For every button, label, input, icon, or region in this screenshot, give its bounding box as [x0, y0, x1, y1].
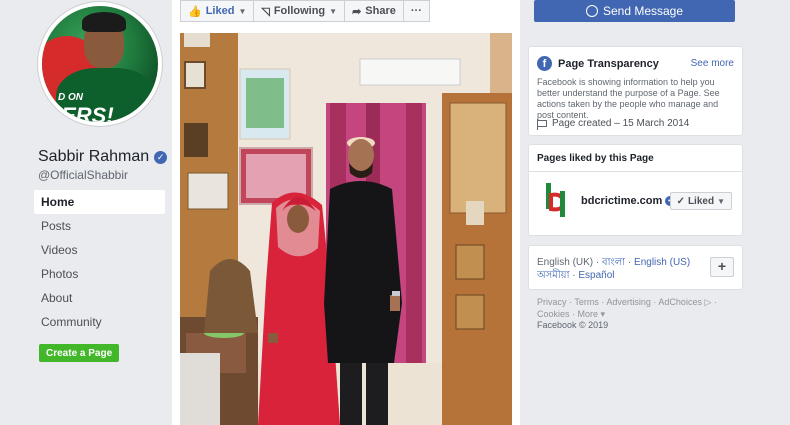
profile-photo-image: D ON GERS!: [42, 6, 158, 122]
advertising-link[interactable]: Advertising: [606, 297, 651, 307]
liked-page-button[interactable]: ✓ Liked ▼: [669, 192, 732, 210]
page-title[interactable]: Sabbir Rahman ✓: [38, 148, 168, 166]
page-handle[interactable]: @OfficialShabbir: [38, 168, 128, 182]
liked-button[interactable]: 👍 Liked ▼: [180, 0, 255, 22]
photo-slogan: GERS!: [44, 103, 114, 122]
send-message-button[interactable]: Send Message: [534, 0, 735, 22]
footer-links: Privacy · Terms · Advertising · AdChoice…: [537, 297, 717, 319]
checkmark-icon: ✓: [676, 195, 685, 207]
more-link[interactable]: More: [578, 309, 599, 319]
page-name-text: Sabbir Rahman: [38, 148, 150, 165]
liked-page-button-label: Liked: [687, 195, 715, 207]
language-card: English (UK) · বাংলা · English (US) অসমী…: [528, 245, 743, 290]
more-options-button[interactable]: ···: [402, 0, 430, 22]
right-column: Send Message f Page Transparency See mor…: [520, 0, 790, 425]
liked-page-name[interactable]: bdcrictime.com ✓: [581, 195, 676, 207]
nav-item-about[interactable]: About: [34, 286, 165, 310]
language-bangla[interactable]: বাংলা: [602, 257, 625, 268]
nav-item-videos[interactable]: Videos: [34, 238, 165, 262]
profile-picture[interactable]: D ON GERS!: [38, 2, 162, 126]
nav-item-photos[interactable]: Photos: [34, 262, 165, 286]
pages-liked-title: Pages liked by this Page: [537, 153, 654, 164]
see-more-link[interactable]: See more: [691, 58, 734, 69]
send-message-label: Send Message: [602, 4, 684, 18]
privacy-link[interactable]: Privacy: [537, 297, 567, 307]
transparency-description: Facebook is showing information to help …: [537, 77, 720, 120]
add-language-button[interactable]: +: [710, 257, 734, 277]
terms-link[interactable]: Terms: [574, 297, 599, 307]
copyright-text: Facebook © 2019: [537, 320, 609, 330]
separator: ·: [625, 257, 635, 268]
following-label: Following: [273, 5, 326, 17]
messenger-icon: [585, 5, 598, 17]
language-assamese[interactable]: অসমীয়া: [537, 270, 569, 281]
flag-icon: [537, 118, 547, 130]
hair: [82, 12, 126, 32]
liked-page-name-text: bdcrictime.com: [581, 195, 663, 207]
adchoices-icon: ▷: [704, 297, 712, 307]
cookies-link[interactable]: Cookies: [537, 309, 570, 319]
left-column: D ON GERS! Sabbir Rahman ✓ @OfficialShab…: [0, 0, 172, 425]
separator: ·: [593, 257, 603, 268]
adchoices-link[interactable]: AdChoices: [658, 297, 702, 307]
post-photo-illustration: [180, 33, 512, 425]
nav-item-posts[interactable]: Posts: [34, 214, 165, 238]
language-english-uk: English (UK): [537, 257, 594, 268]
main-column: 👍 Liked ▼ ◹ Following ▼ ➦ Share ···: [172, 0, 520, 425]
page-transparency-card: f Page Transparency See more Facebook is…: [528, 46, 743, 136]
chevron-down-icon: ▼: [238, 6, 247, 16]
page-created-text: Page created – 15 March 2014: [552, 118, 690, 129]
post-photo[interactable]: [180, 33, 512, 425]
bdcrictime-logo-icon[interactable]: [543, 181, 571, 219]
more-dots-icon: ···: [410, 5, 422, 17]
language-list: English (UK) · বাংলা · English (US) অসমী…: [537, 256, 707, 282]
page-created-info: Page created – 15 March 2014: [537, 118, 690, 130]
pages-liked-card: Pages liked by this Page bdcrictime.com …: [528, 144, 743, 236]
language-english-us[interactable]: English (US): [634, 257, 690, 268]
chevron-down-icon: ▼: [329, 6, 338, 16]
share-label: Share: [365, 5, 396, 17]
share-arrow-icon: ➦: [352, 5, 362, 18]
photo-slogan-top: D ON: [58, 92, 83, 103]
share-button[interactable]: ➦ Share: [344, 0, 404, 22]
transparency-header: f Page Transparency: [537, 56, 659, 71]
language-espanol[interactable]: Español: [578, 270, 614, 281]
verified-badge-icon: ✓: [154, 150, 168, 164]
transparency-title: Page Transparency: [558, 57, 659, 70]
chevron-down-icon: ▼: [717, 196, 725, 206]
page-action-bar: 👍 Liked ▼ ◹ Following ▼ ➦ Share ···: [180, 0, 430, 22]
nav-item-home[interactable]: Home: [34, 190, 165, 214]
following-button[interactable]: ◹ Following ▼: [253, 0, 346, 22]
divider: [529, 171, 742, 172]
create-page-button[interactable]: Create a Page: [39, 344, 120, 362]
thumbs-up-icon: 👍: [188, 5, 202, 18]
liked-label: Liked: [205, 5, 235, 17]
facebook-logo-icon: f: [537, 56, 552, 71]
page-nav: Home Posts Videos Photos About Community: [34, 190, 165, 334]
nav-item-community[interactable]: Community: [34, 310, 165, 334]
rss-icon: ◹: [261, 5, 270, 18]
